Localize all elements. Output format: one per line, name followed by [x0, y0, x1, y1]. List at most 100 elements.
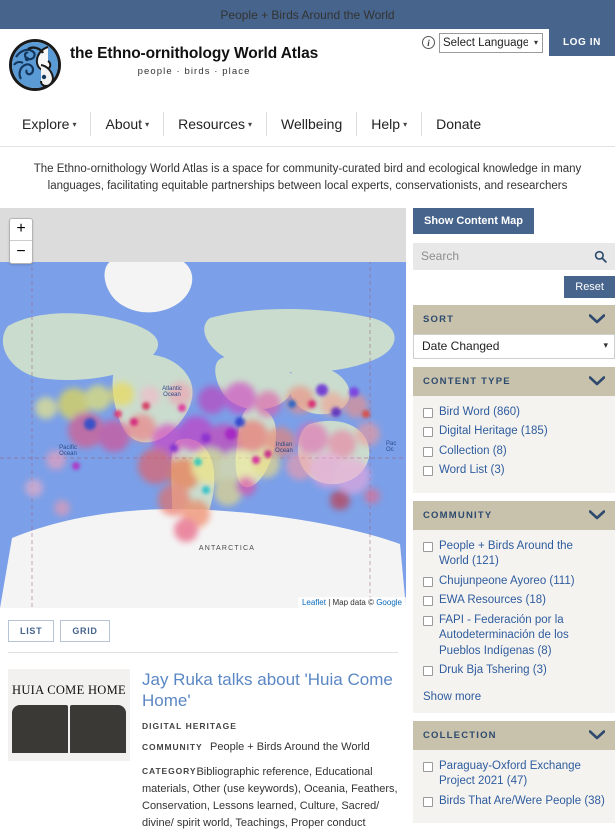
facet-checkbox-digital-heritage[interactable]: Digital Heritage (185)	[423, 424, 605, 440]
search-input[interactable]	[413, 249, 590, 263]
result-item[interactable]: HUIA COME HOME Jay Ruka talks about 'Hui…	[0, 653, 406, 840]
search-button[interactable]	[590, 250, 615, 263]
body-split: + − Atlantic Ocean Indian Ocean Pacific …	[0, 208, 615, 840]
nav-item-label: Wellbeing	[281, 116, 342, 132]
facet-option-label: Digital Heritage (185)	[439, 424, 548, 440]
checkbox-icon[interactable]	[423, 762, 433, 772]
facet-checkbox-people-birds[interactable]: People + Birds Around the World (121)	[423, 539, 605, 570]
facet-checkbox-fapi[interactable]: FAPI - Federación por la Autodeterminaci…	[423, 613, 605, 660]
nav-item-wellbeing[interactable]: Wellbeing	[267, 112, 357, 137]
brand-text: the Ethno-ornithology World Atlas people…	[70, 35, 318, 77]
brand-tagline: people · birds · place	[70, 66, 318, 77]
meta-label: COMMUNITY	[142, 740, 210, 756]
checkbox-icon[interactable]	[423, 408, 433, 418]
nav-item-label: Explore	[22, 116, 69, 132]
facet-option-label: Druk Bja Tshering (3)	[439, 663, 547, 679]
facet-checkbox-ewa-resources[interactable]: EWA Resources (18)	[423, 593, 605, 609]
result-title-link[interactable]: Jay Ruka talks about 'Huia Come Home'	[142, 669, 398, 712]
brand-title: the Ethno-ornithology World Atlas	[70, 45, 318, 62]
facet-option-label: Bird Word (860)	[439, 405, 520, 421]
info-icon[interactable]: i	[422, 36, 435, 49]
nav-item-explore[interactable]: Explore▾	[8, 112, 91, 137]
checkbox-icon[interactable]	[423, 542, 433, 552]
result-body: Jay Ruka talks about 'Huia Come Home' DI…	[130, 669, 398, 840]
map-label-line: Pacific	[48, 445, 88, 452]
show-content-map-button[interactable]: Show Content Map	[413, 208, 534, 234]
language-select[interactable]: Select Language	[439, 33, 543, 53]
map-label-pacific-ocean-right: Pac Oc	[386, 441, 406, 455]
map-label-line: Atlantic	[152, 386, 192, 393]
sort-select-wrapper: Date Changed ▾	[413, 334, 615, 359]
map-label-line: Ocean	[152, 392, 192, 399]
checkbox-icon[interactable]	[423, 596, 433, 606]
checkbox-icon[interactable]	[423, 447, 433, 457]
facet-collection: COLLECTION Paraguay-Oxford Exchange Proj…	[413, 721, 615, 824]
facet-sidebar: Show Content Map Reset SORT	[406, 208, 615, 832]
zoom-in-button[interactable]: +	[10, 219, 32, 241]
facet-collection-header[interactable]: COLLECTION	[413, 721, 615, 750]
result-content-type: DIGITAL HERITAGE	[142, 721, 398, 731]
facet-checkbox-paraguay-oxford[interactable]: Paraguay-Oxford Exchange Project 2021 (4…	[423, 759, 605, 790]
facet-community-header[interactable]: COMMUNITY	[413, 501, 615, 530]
result-meta-category: CATEGORYBibliographic reference, Educati…	[142, 764, 398, 832]
nav-item-label: Help	[371, 116, 400, 132]
chevron-down-icon	[589, 376, 605, 386]
checkbox-icon[interactable]	[423, 666, 433, 676]
meta-value: People + Birds Around the World	[210, 740, 370, 756]
checkbox-icon[interactable]	[423, 577, 433, 587]
chevron-down-icon: ▾	[72, 120, 76, 129]
content-map[interactable]: + − Atlantic Ocean Indian Ocean Pacific …	[0, 208, 406, 608]
chevron-down-icon	[589, 314, 605, 324]
show-more-link[interactable]: Show more	[423, 691, 605, 703]
checkbox-icon[interactable]	[423, 466, 433, 476]
list-view-button[interactable]: LIST	[8, 620, 54, 642]
map-label-line: Indian	[264, 442, 304, 449]
facet-sort-header[interactable]: SORT	[413, 305, 615, 334]
map-label-antarctica: ANTARCTICA	[182, 545, 272, 553]
facet-content-type: CONTENT TYPE Bird Word (860) Digital Her…	[413, 367, 615, 493]
reset-button[interactable]: Reset	[564, 276, 615, 298]
facet-checkbox-collection[interactable]: Collection (8)	[423, 444, 605, 460]
result-thumbnail[interactable]: HUIA COME HOME	[8, 669, 130, 840]
map-zoom-controls[interactable]: + −	[9, 218, 33, 264]
nav-item-label: About	[105, 116, 142, 132]
facet-option-label: FAPI - Federación por la Autodeterminaci…	[439, 613, 605, 660]
zoom-out-button[interactable]: −	[10, 241, 32, 263]
nav-item-about[interactable]: About▾	[91, 112, 164, 137]
checkbox-icon[interactable]	[423, 427, 433, 437]
facet-option-label: Collection (8)	[439, 444, 507, 460]
nav-item-donate[interactable]: Donate	[422, 112, 495, 137]
facet-checkbox-druk-bja-tshering[interactable]: Druk Bja Tshering (3)	[423, 663, 605, 679]
nav-item-resources[interactable]: Resources▾	[164, 112, 267, 137]
language-select-wrapper: Select Language ▾	[439, 33, 543, 53]
checkbox-icon[interactable]	[423, 616, 433, 626]
chevron-down-icon: ▾	[248, 120, 252, 129]
grid-view-button[interactable]: GRID	[60, 620, 109, 642]
nav-item-label: Donate	[436, 116, 481, 132]
map-label-line: Ocean	[48, 451, 88, 458]
checkbox-icon[interactable]	[423, 797, 433, 807]
facet-checkbox-word-list[interactable]: Word List (3)	[423, 463, 605, 479]
map-label-line: Ocean	[264, 448, 304, 455]
thumbnail-caption: HUIA COME HOME	[8, 683, 130, 698]
map-top-overlay	[0, 208, 406, 262]
header-utility-bar: i Select Language ▾ LOG IN	[422, 29, 615, 56]
leaflet-link[interactable]: Leaflet	[302, 598, 326, 607]
facet-checkbox-chujunpeone-ayoreo[interactable]: Chujunpeone Ayoreo (111)	[423, 574, 605, 590]
thumbnail-image: HUIA COME HOME	[8, 669, 130, 761]
facet-checkbox-bird-word[interactable]: Bird Word (860)	[423, 405, 605, 421]
facet-checkbox-birds-that-are-were-people[interactable]: Birds That Are/Were People (38)	[423, 794, 605, 810]
book-page-right	[70, 705, 126, 753]
sort-select[interactable]: Date Changed	[413, 334, 615, 359]
facet-sort: SORT Date Changed ▾	[413, 305, 615, 359]
facet-content-type-header[interactable]: CONTENT TYPE	[413, 367, 615, 396]
search-row	[413, 243, 615, 270]
nav-item-help[interactable]: Help▾	[357, 112, 422, 137]
facet-title: COMMUNITY	[423, 510, 492, 521]
left-column: + − Atlantic Ocean Indian Ocean Pacific …	[0, 208, 406, 840]
brand[interactable]: the Ethno-ornithology World Atlas people…	[8, 35, 318, 95]
google-link[interactable]: Google	[376, 598, 402, 607]
facet-collection-body: Paraguay-Oxford Exchange Project 2021 (4…	[413, 750, 615, 824]
nav-item-label: Resources	[178, 116, 245, 132]
login-button[interactable]: LOG IN	[549, 29, 615, 56]
